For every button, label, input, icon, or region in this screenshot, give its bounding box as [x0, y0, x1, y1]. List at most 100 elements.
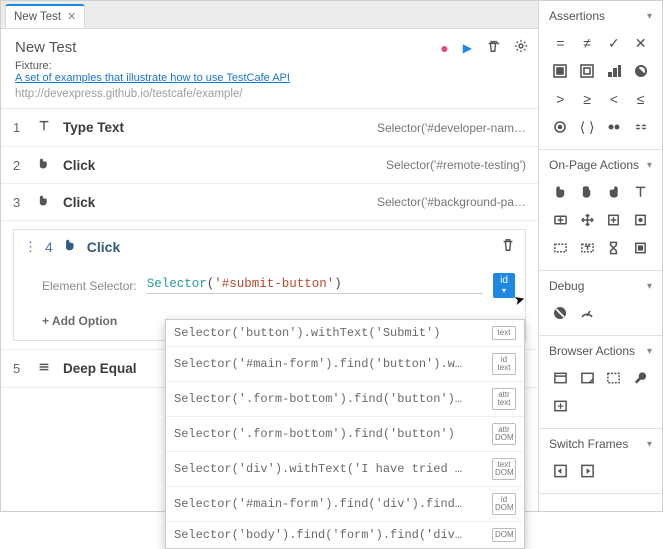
screenshot-icon[interactable]	[574, 366, 601, 390]
selector-suggestion[interactable]: Selector('#main-form').find('div').find……	[166, 487, 524, 522]
chevron-down-icon: ▾	[498, 287, 510, 295]
panel-header[interactable]: On-Page Actions▾	[539, 150, 662, 178]
panel-header[interactable]: Browser Actions▾	[539, 336, 662, 364]
step-selector: Selector('#remote-testing')	[386, 158, 526, 172]
step-number: 1	[13, 120, 27, 135]
step-name: Click	[63, 195, 95, 210]
less-than-icon[interactable]: <	[601, 87, 628, 111]
navigate-to-icon[interactable]	[627, 366, 654, 390]
strategy-badge: attrDOM	[492, 423, 516, 445]
settings-icon[interactable]	[514, 39, 528, 56]
switch-to-main-icon[interactable]	[574, 459, 601, 483]
fixture-label: Fixture:	[15, 60, 524, 72]
record-icon[interactable]: ●	[440, 40, 448, 56]
selector-suggestion[interactable]: Selector('body').find('form').find('div……	[166, 522, 524, 548]
greater-than-icon[interactable]: >	[547, 87, 574, 111]
close-icon[interactable]: ✕	[67, 10, 76, 23]
selector-suggestion[interactable]: Selector('div').withText('I have tried ……	[166, 452, 524, 487]
assertions-panel: Assertions▾ = ≠ ✓ ✕ > ≥ < ≤ ⟨ ⟩	[539, 1, 662, 150]
delete-icon[interactable]	[486, 39, 500, 56]
contains-icon[interactable]	[547, 59, 574, 83]
selector-suggestion[interactable]: Selector('.form-bottom').find('button')……	[166, 382, 524, 417]
within-icon[interactable]	[547, 115, 574, 139]
right-click-icon[interactable]	[601, 180, 628, 204]
click-icon	[63, 238, 77, 255]
panel-header[interactable]: Switch Frames▾	[539, 429, 662, 457]
chevron-down-icon: ▾	[647, 281, 652, 292]
chevron-down-icon: ▾	[647, 439, 652, 450]
navigate-icon[interactable]	[547, 366, 574, 390]
chevron-down-icon: ▾	[647, 11, 652, 22]
strategy-badge: textDOM	[492, 458, 516, 480]
selector-strategy-button[interactable]: id ▾ ➤	[493, 273, 515, 298]
element-selector-input[interactable]: Selector('#submit-button')	[147, 277, 483, 294]
click-icon	[37, 194, 53, 210]
step-name: Click	[63, 158, 95, 173]
tab-new-test[interactable]: New Test ✕	[5, 4, 85, 28]
hover-icon[interactable]	[627, 208, 654, 232]
tab-bar: New Test ✕	[1, 1, 538, 29]
upload-icon[interactable]	[627, 236, 654, 260]
match-icon[interactable]	[601, 115, 628, 139]
not-match-icon[interactable]	[627, 115, 654, 139]
not-contains-icon[interactable]	[574, 59, 601, 83]
strategy-label: id	[500, 275, 508, 286]
browser-actions-panel: Browser Actions▾	[539, 336, 662, 429]
maximize-icon[interactable]	[547, 394, 574, 418]
type-text-icon	[37, 119, 53, 136]
equal-icon[interactable]: =	[547, 31, 574, 55]
wait-icon[interactable]	[601, 236, 628, 260]
ok-icon[interactable]: ✓	[601, 31, 628, 55]
selector-suggestion[interactable]: Selector('button').withText('Submit') te…	[166, 320, 524, 347]
selector-suggestion[interactable]: Selector('.form-bottom').find('button') …	[166, 417, 524, 452]
type-text-icon[interactable]	[627, 180, 654, 204]
not-ok-icon[interactable]: ✕	[627, 31, 654, 55]
not-type-of-icon[interactable]	[627, 59, 654, 83]
selector-suggestions-dropdown: Selector('button').withText('Submit') te…	[165, 319, 525, 549]
play-icon[interactable]: ▶	[463, 41, 472, 55]
chevron-down-icon: ▾	[647, 160, 652, 171]
resize-icon[interactable]	[601, 366, 628, 390]
chevron-down-icon: ▾	[647, 346, 652, 357]
test-header: New Test Fixture: A set of examples that…	[1, 29, 538, 109]
double-click-icon[interactable]	[574, 180, 601, 204]
step-row[interactable]: 3 Click Selector('#background-pa…	[1, 184, 538, 221]
drag-to-element-icon[interactable]	[601, 208, 628, 232]
drag-icon[interactable]	[574, 208, 601, 232]
step-name: Deep Equal	[63, 361, 137, 376]
click-icon	[37, 157, 53, 173]
speed-icon[interactable]	[574, 301, 601, 325]
step-number: 5	[13, 361, 27, 376]
select-text-icon[interactable]	[547, 236, 574, 260]
actions-sidebar: Assertions▾ = ≠ ✓ ✕ > ≥ < ≤ ⟨ ⟩ On-Page …	[539, 1, 662, 511]
step-row[interactable]: 2 Click Selector('#remote-testing')	[1, 147, 538, 184]
type-of-icon[interactable]	[601, 59, 628, 83]
delete-step-icon[interactable]	[501, 238, 515, 255]
step-number: 3	[13, 195, 27, 210]
not-equal-icon[interactable]: ≠	[574, 31, 601, 55]
deep-equal-icon	[37, 360, 53, 377]
click-icon[interactable]	[547, 180, 574, 204]
step-name: Type Text	[63, 120, 124, 135]
element-selector-label: Element Selector:	[42, 279, 137, 293]
selector-suggestion[interactable]: Selector('#main-form').find('button').w……	[166, 347, 524, 382]
panel-header[interactable]: Assertions▾	[539, 1, 662, 29]
greater-equal-icon[interactable]: ≥	[574, 87, 601, 111]
step-number: 2	[13, 158, 27, 173]
step-number: 4	[45, 239, 53, 255]
step-selector: Selector('#developer-nam…	[377, 121, 526, 135]
tab-title: New Test	[14, 11, 61, 23]
debug-icon[interactable]	[547, 301, 574, 325]
fixture-link[interactable]: A set of examples that illustrate how to…	[15, 72, 524, 84]
panel-header[interactable]: Debug▾	[539, 271, 662, 299]
switch-to-iframe-icon[interactable]	[547, 459, 574, 483]
select-editable-icon[interactable]	[574, 236, 601, 260]
less-equal-icon[interactable]: ≤	[627, 87, 654, 111]
on-page-actions-panel: On-Page Actions▾	[539, 150, 662, 271]
press-key-icon[interactable]	[547, 208, 574, 232]
strategy-badge: attrtext	[492, 388, 516, 410]
not-within-icon[interactable]: ⟨ ⟩	[574, 115, 601, 139]
drag-handle-icon[interactable]: ⋮	[24, 239, 35, 255]
step-row[interactable]: 1 Type Text Selector('#developer-nam…	[1, 109, 538, 147]
mouse-cursor-icon: ➤	[513, 292, 527, 307]
